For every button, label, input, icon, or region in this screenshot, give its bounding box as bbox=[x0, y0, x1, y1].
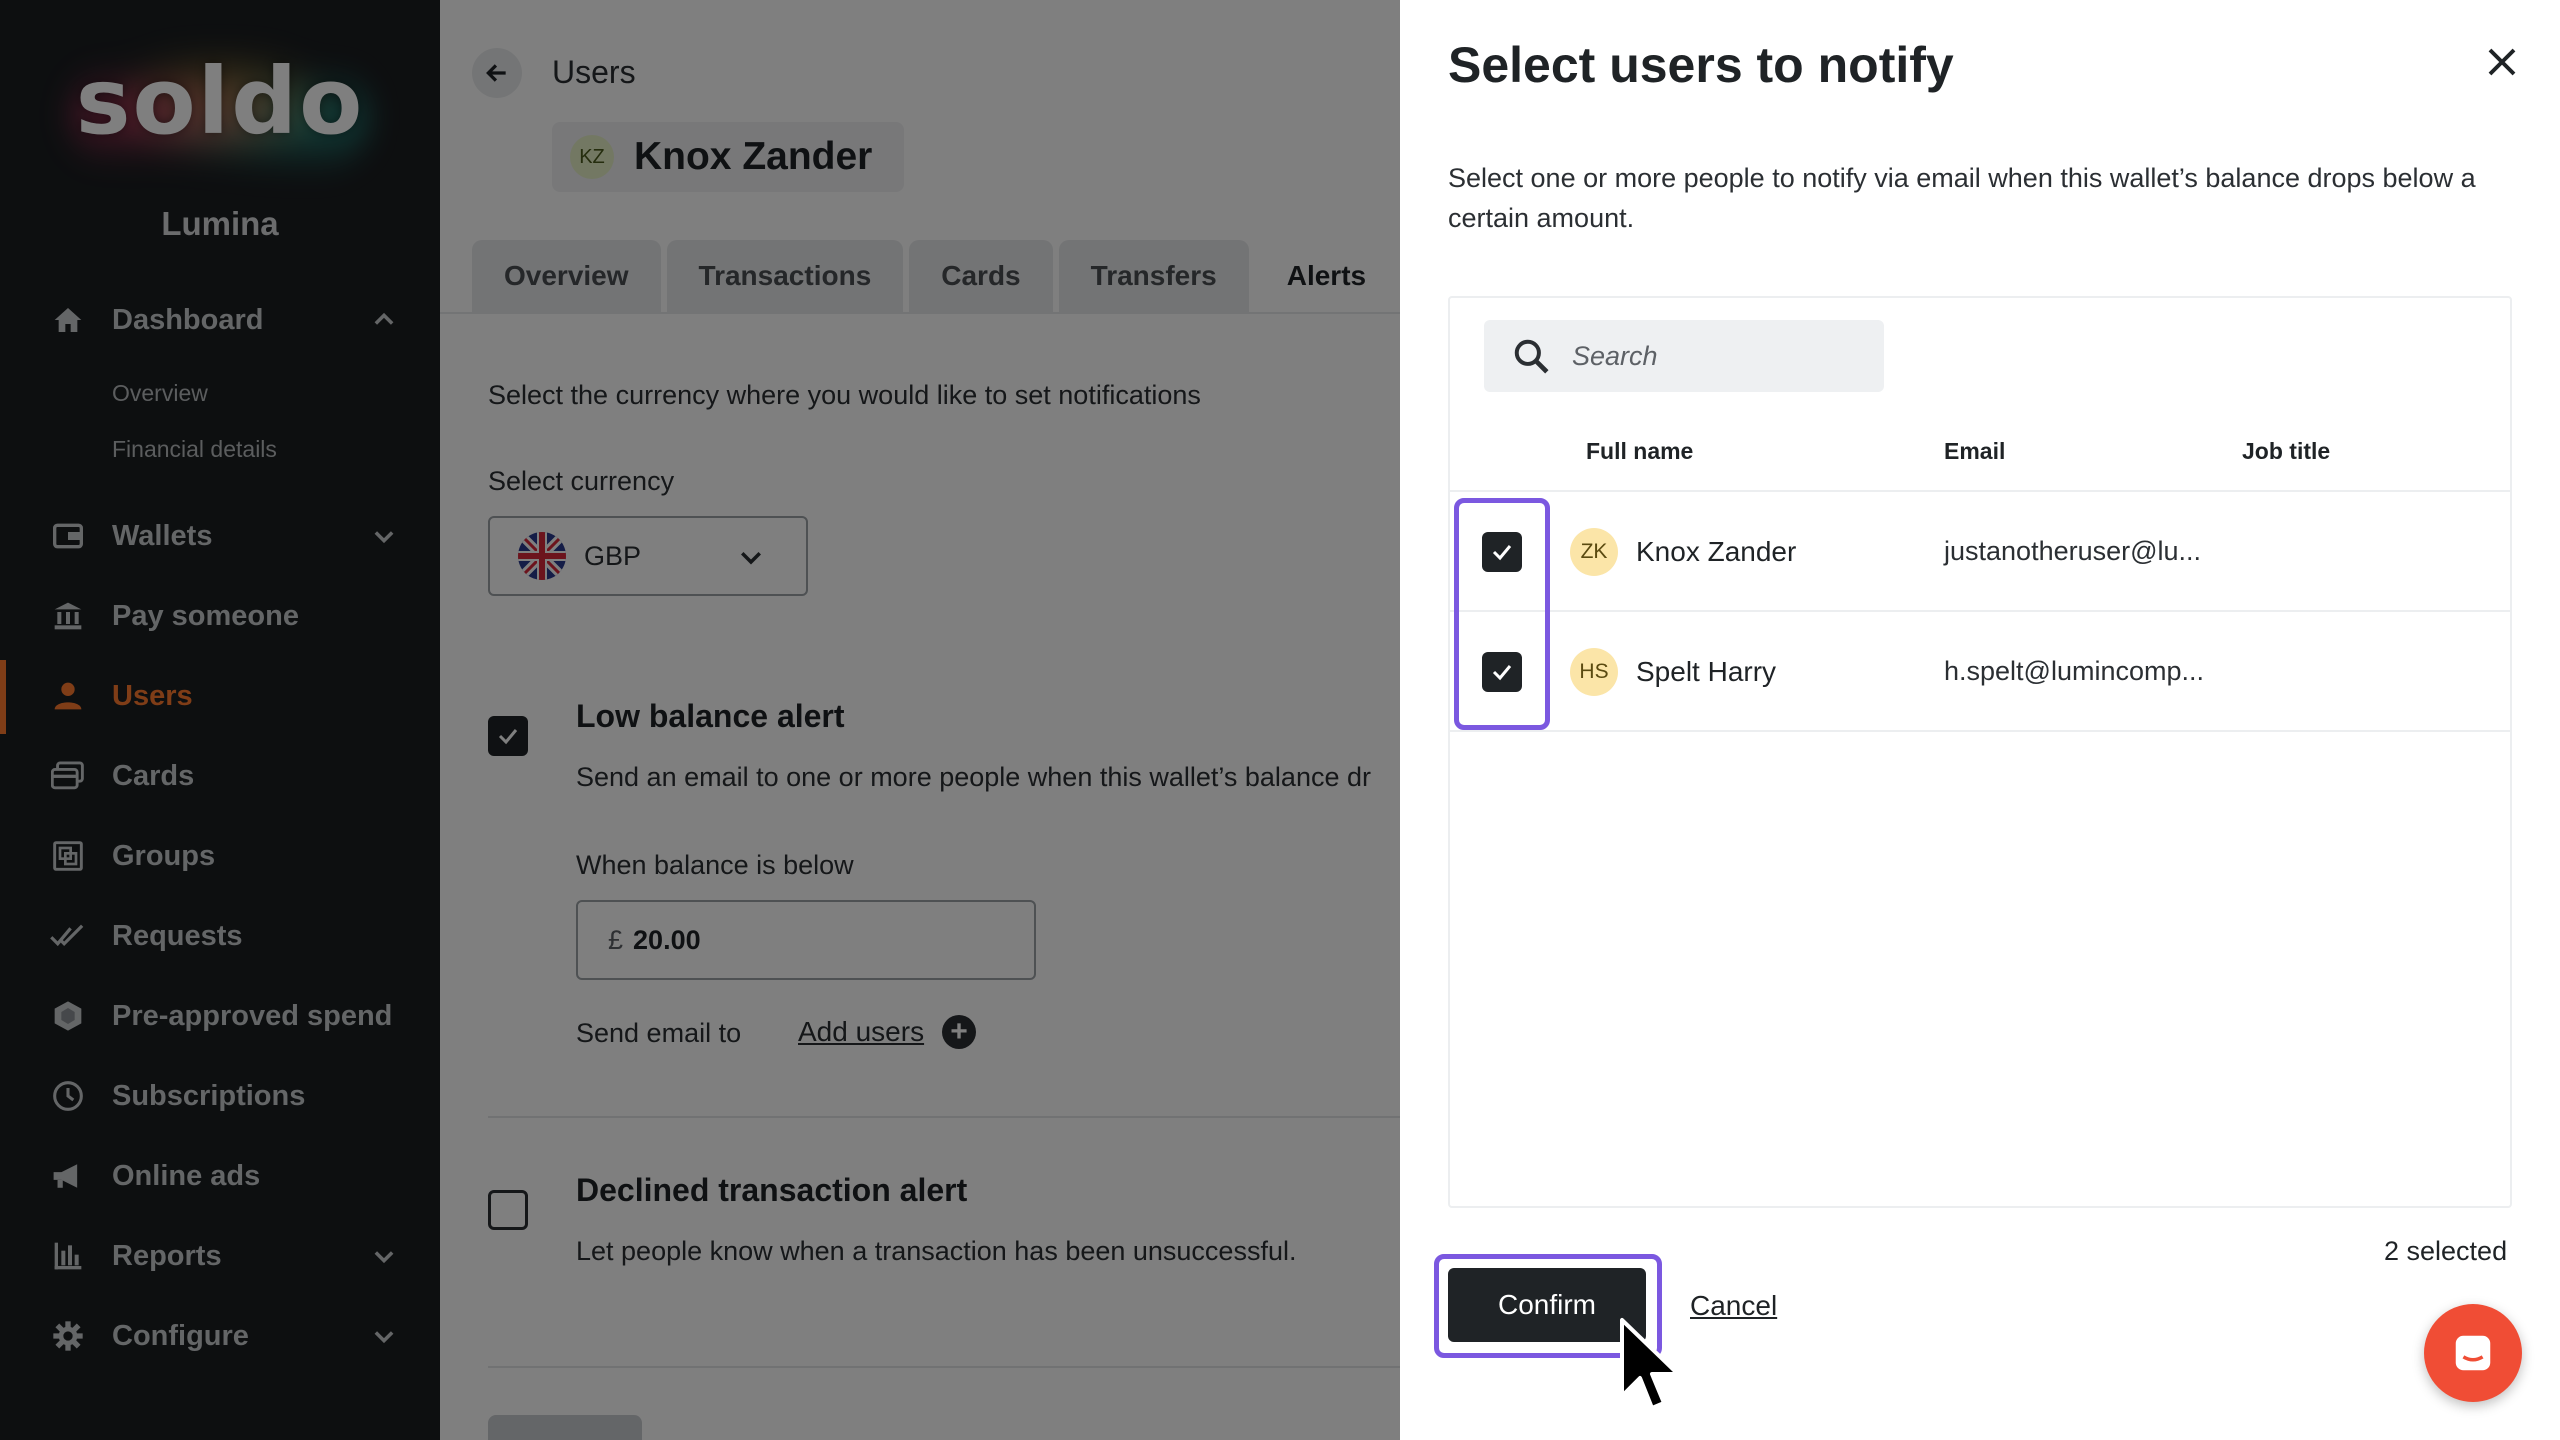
row-full-name: Knox Zander bbox=[1636, 536, 1797, 567]
chat-launcher-button[interactable] bbox=[2424, 1304, 2522, 1402]
modal-description: Select one or more people to notify via … bbox=[1448, 163, 2476, 233]
search-icon bbox=[1514, 339, 1549, 374]
users-table: Search Full name Email Job title ZK Knox… bbox=[1448, 296, 2512, 1208]
modal-title: Select users to notify bbox=[1448, 37, 1954, 93]
row-email: justanotheruser@lu... bbox=[1944, 536, 2202, 566]
search-input[interactable]: Search bbox=[1484, 320, 1884, 392]
confirm-button[interactable]: Confirm bbox=[1448, 1268, 1646, 1342]
mouse-cursor-icon bbox=[1620, 1318, 1680, 1410]
close-button[interactable] bbox=[2480, 40, 2524, 84]
modal-backdrop[interactable] bbox=[0, 0, 1400, 1440]
chat-icon bbox=[2455, 1335, 2491, 1371]
row-full-name: Spelt Harry bbox=[1636, 656, 1777, 687]
checkbox-highlight bbox=[1454, 498, 1550, 730]
column-header-email: Email bbox=[1944, 438, 2006, 464]
avatar: HS bbox=[1570, 648, 1618, 696]
selected-count: 2 selected bbox=[2384, 1236, 2508, 1266]
column-header-full-name: Full name bbox=[1586, 438, 1694, 464]
search-placeholder: Search bbox=[1572, 340, 1658, 371]
select-users-modal: Select users to notify Select one or mor… bbox=[1400, 0, 2560, 1440]
cancel-button[interactable]: Cancel bbox=[1690, 1290, 1777, 1322]
row-email: h.spelt@lumincomp... bbox=[1944, 656, 2205, 686]
column-header-job-title: Job title bbox=[2242, 438, 2331, 464]
avatar: ZK bbox=[1570, 528, 1618, 576]
close-icon bbox=[2488, 48, 2516, 76]
